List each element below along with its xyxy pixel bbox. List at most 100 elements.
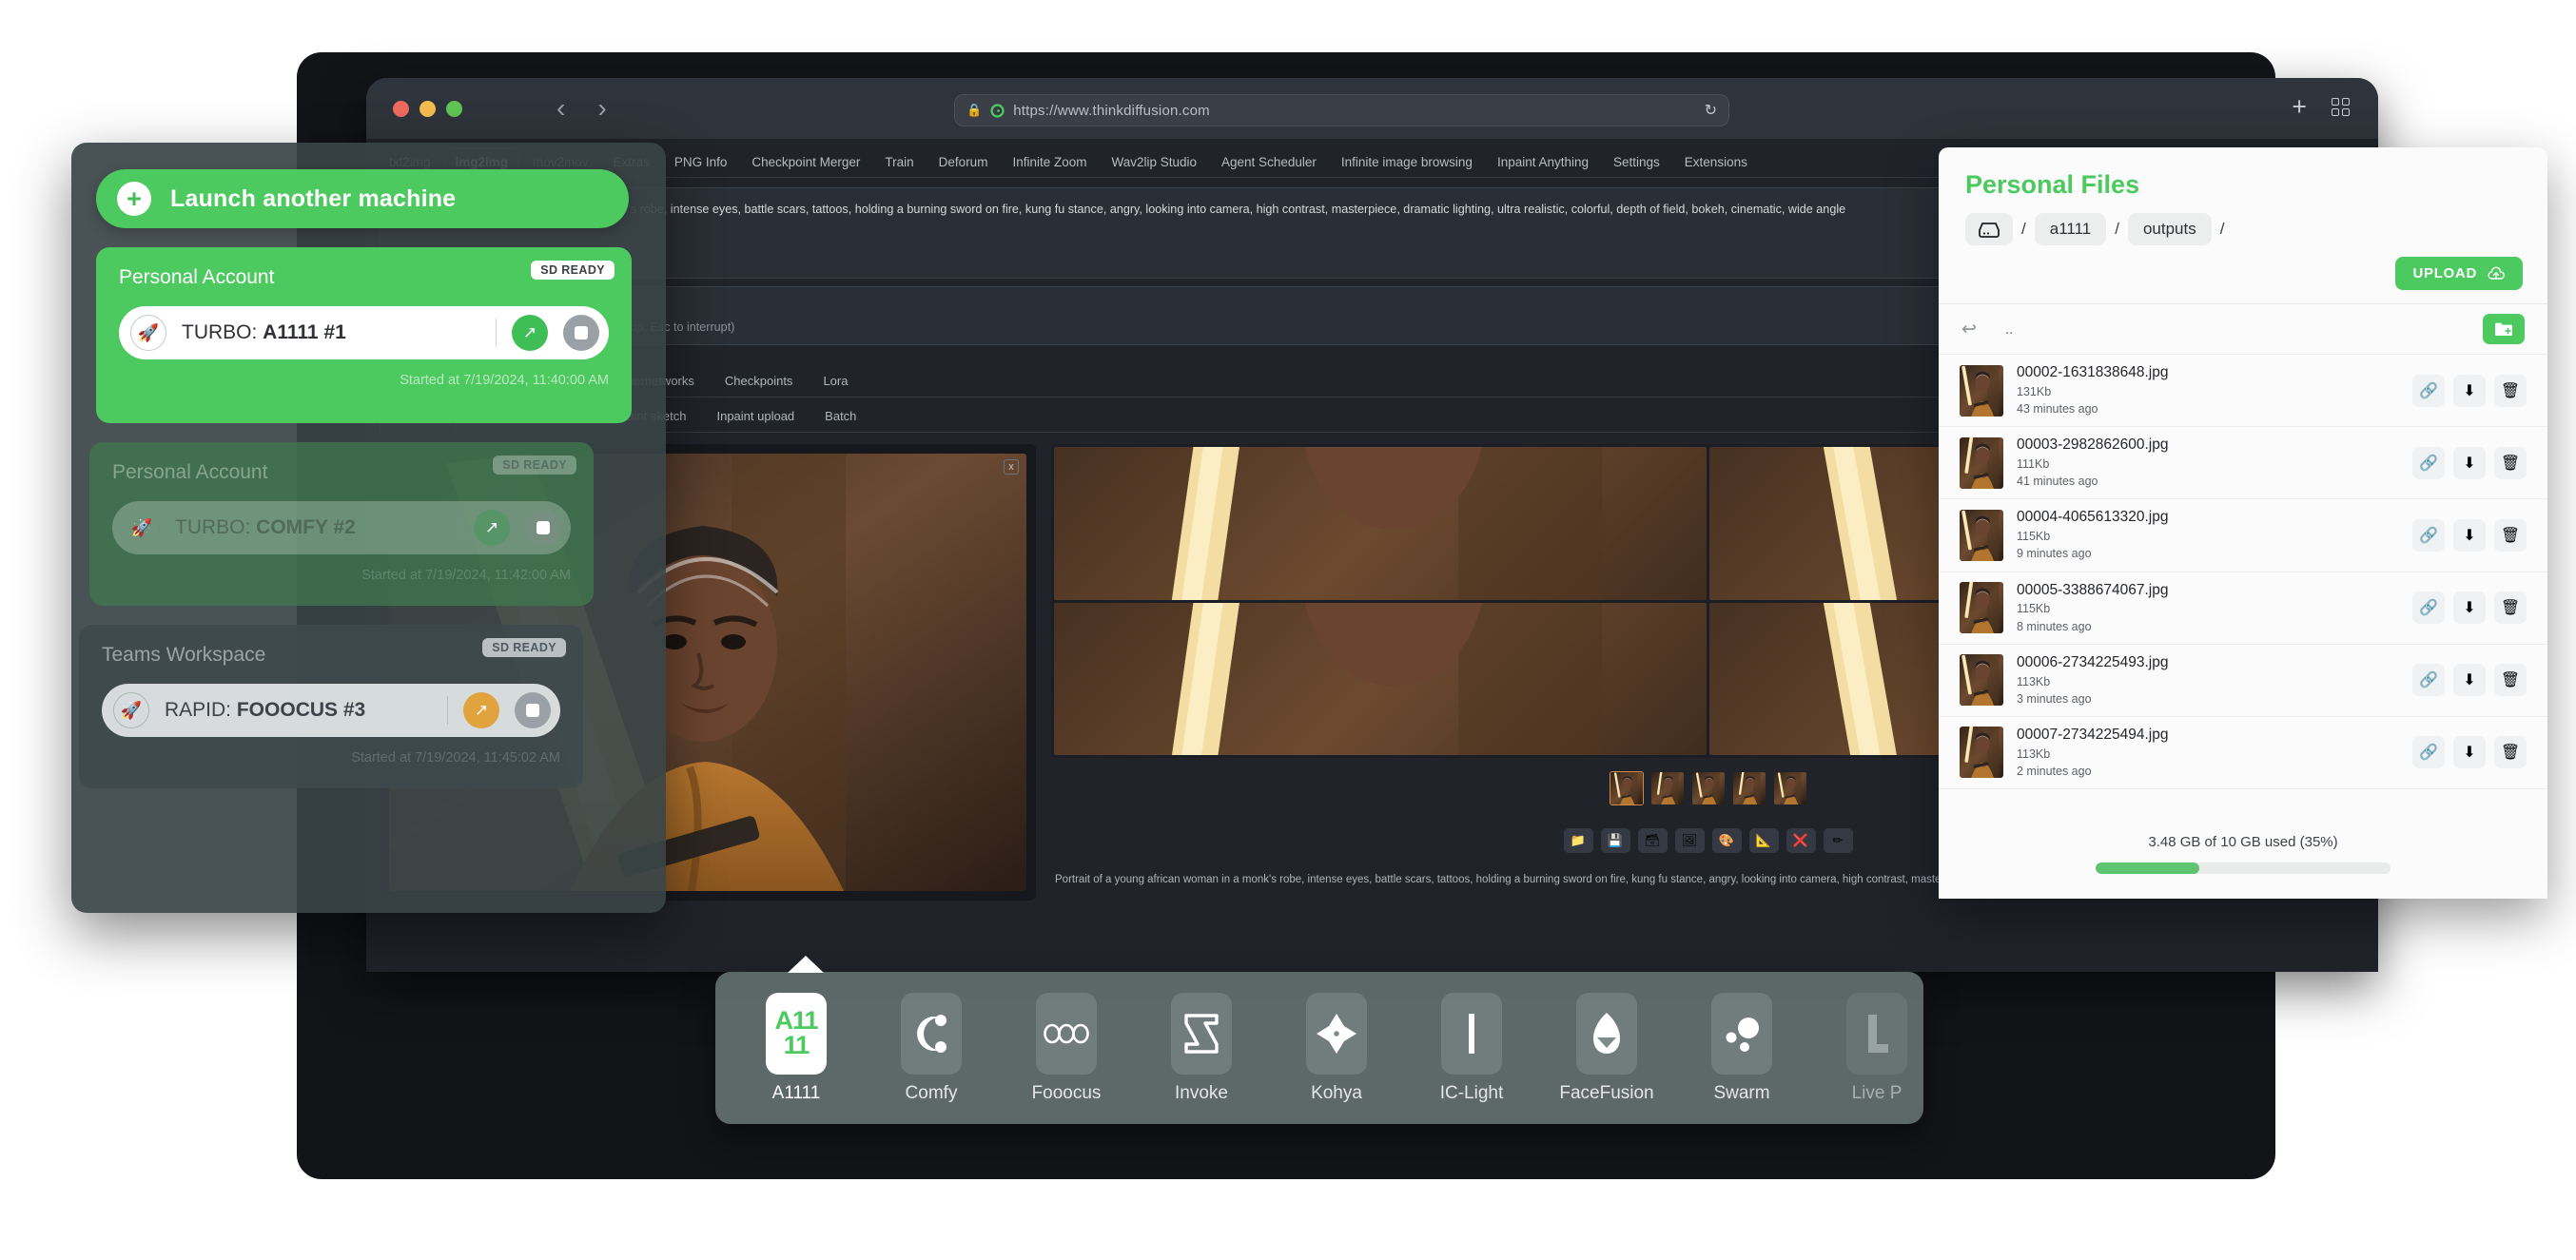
link-icon[interactable]: 🔗 [2412,591,2445,625]
dock-app-ic-light[interactable]: IC-Light [1404,992,1539,1104]
trash-icon[interactable]: 🗑 [2494,518,2527,552]
machines-panel: + Launch another machine SD READY Persona… [71,143,666,913]
delete-icon[interactable]: ❌ [1786,828,1816,853]
breadcrumb-item-a1111[interactable]: a1111 [2034,213,2107,245]
top-tab-checkpoint-merger[interactable]: Checkpoint Merger [740,148,871,177]
minimize-window-button[interactable] [420,101,436,117]
dock-app-facefusion[interactable]: FaceFusion [1539,992,1674,1104]
forward-chevron-icon[interactable]: › [597,93,606,124]
download-icon[interactable]: ⬇ [2453,374,2486,407]
dock-app-a1111[interactable]: A11 11 A1111 [729,992,864,1104]
download-icon[interactable]: ⬇ [2453,446,2486,479]
result-thumbnail-1[interactable] [1609,771,1644,805]
file-row[interactable]: 00003-2982862600.jpg 111Kb 41 minutes ago 🔗… [1939,427,2547,500]
dock-app-invoke[interactable]: Invoke [1134,992,1269,1104]
machine-row: 🚀 TURBO: COMFY #2 ↗ [112,501,571,554]
top-tab-wav2lip-studio[interactable]: Wav2lip Studio [1100,148,1208,177]
send-to-img2img-icon[interactable]: 🖼 [1674,828,1705,853]
link-icon[interactable]: 🔗 [2412,664,2445,697]
nav-buttons[interactable]: ‹ › [556,93,607,124]
tab-checkpoints[interactable]: Checkpoints [712,366,807,397]
tab-lora[interactable]: Lora [810,366,861,397]
grid-icon[interactable] [2332,97,2350,116]
files-panel-title: Personal Files [1965,170,2140,199]
upload-button[interactable]: UPLOAD [2395,257,2523,290]
download-icon[interactable]: ⬇ [2453,664,2486,697]
link-icon[interactable]: 🔗 [2412,736,2445,769]
send-to-extras-icon[interactable]: 📐 [1748,828,1779,853]
trash-icon[interactable]: 🗑 [2494,591,2527,625]
plus-icon[interactable]: + [2292,94,2307,120]
top-tab-infinite-image-browsing[interactable]: Infinite image browsing [1330,148,1484,177]
dock-app-swarm[interactable]: Swarm [1674,992,1809,1104]
top-tab-agent-scheduler[interactable]: Agent Scheduler [1210,148,1328,177]
result-image-1[interactable] [1054,447,1707,600]
open-machine-button[interactable]: ↗ [474,510,510,546]
link-icon[interactable]: 🔗 [2412,374,2445,407]
result-thumbnail-3[interactable] [1691,771,1726,805]
reload-icon[interactable]: ↻ [1705,101,1717,120]
breadcrumb-item-outputs[interactable]: outputs [2127,213,2212,245]
file-row[interactable]: 00007-2734225494.jpg 113Kb 2 minutes ago 🔗 ⬇… [1939,717,2547,790]
trash-icon[interactable]: 🗑 [2494,664,2527,697]
file-row[interactable]: 00005-3388674067.jpg 115Kb 8 minutes ago 🔗 ⬇… [1939,572,2547,645]
top-tab-inpaint-anything[interactable]: Inpaint Anything [1486,148,1600,177]
app-dock: A11 11 A1111 Comfy Fooocus Invoke Kohya IC-Ligh… [715,956,1923,1124]
trash-icon[interactable]: 🗑 [2494,446,2527,479]
file-thumbnail [1960,582,2003,634]
stop-machine-button[interactable] [525,510,561,546]
launch-another-machine-button[interactable]: + Launch another machine [96,169,629,228]
top-tab-png-info[interactable]: PNG Info [663,148,739,177]
top-tab-infinite-zoom[interactable]: Infinite Zoom [1001,148,1098,177]
stop-machine-button[interactable] [563,315,599,351]
url-bar[interactable]: 🔒 https://www.thinkdiffusion.com ↻ [954,94,1729,126]
breadcrumb-separator-1: / [2021,220,2026,238]
maximize-window-button[interactable] [446,101,462,117]
close-window-button[interactable] [393,101,409,117]
file-row[interactable]: 00006-2734225493.jpg 113Kb 3 minutes ago 🔗 ⬇… [1939,645,2547,717]
save-icon[interactable]: 💾 [1600,828,1630,853]
link-icon[interactable]: 🔗 [2412,446,2445,479]
top-tab-extensions[interactable]: Extensions [1673,148,1759,177]
stop-machine-button[interactable] [515,692,551,728]
result-thumbnail-4[interactable] [1732,771,1766,805]
zip-icon[interactable]: 🗃 [1637,828,1668,853]
download-icon[interactable]: ⬇ [2453,736,2486,769]
open-machine-button[interactable]: ↗ [512,315,548,351]
result-thumbnail-2[interactable] [1650,771,1685,805]
invoke-logo-icon [1171,992,1232,1075]
file-row[interactable]: 00002-1631838648.jpg 131Kb 43 minutes ago 🔗… [1939,355,2547,428]
back-chevron-icon[interactable]: ‹ [556,93,565,124]
trash-icon[interactable]: 🗑 [2494,374,2527,407]
back-arrow-icon[interactable]: ↩ [1961,319,2005,340]
result-image-3[interactable] [1054,602,1707,755]
close-preview-button[interactable]: x [1004,459,1019,475]
file-thumbnail [1960,509,2003,561]
edit-icon[interactable]: ✏ [1823,828,1853,853]
top-tab-train[interactable]: Train [873,148,925,177]
upload-row: UPLOAD [1939,245,2547,304]
download-icon[interactable]: ⬇ [2453,591,2486,625]
open-machine-button[interactable]: ↗ [463,692,499,728]
top-tab-deforum[interactable]: Deforum [927,148,1000,177]
tab-batch[interactable]: Batch [811,401,869,432]
link-icon[interactable]: 🔗 [2412,518,2445,552]
folder-plus-icon[interactable] [2483,314,2525,344]
send-to-inpaint-icon[interactable]: 🎨 [1711,828,1742,853]
dock-app-live-p[interactable]: Live P [1809,992,1944,1104]
top-tab-settings[interactable]: Settings [1602,148,1671,177]
dock-app-kohya[interactable]: Kohya [1269,992,1404,1104]
download-icon[interactable]: ⬇ [2453,518,2486,552]
file-name: 00005-3388674067.jpg [2017,581,2169,598]
hard-drive-icon[interactable] [1965,213,2013,245]
tab-inpaint-upload[interactable]: Inpaint upload [703,401,808,432]
parent-directory-row[interactable]: ↩ .. [1939,304,2547,355]
window-controls[interactable] [393,101,462,117]
folder-icon[interactable]: 📁 [1563,828,1593,853]
trash-icon[interactable]: 🗑 [2494,736,2527,769]
dock-app-fooocus[interactable]: Fooocus [999,992,1134,1104]
file-row[interactable]: 00004-4065613320.jpg 115Kb 9 minutes ago 🔗 ⬇… [1939,499,2547,572]
dock-app-comfy[interactable]: Comfy [864,992,999,1104]
file-time: 9 minutes ago [2017,547,2092,561]
result-thumbnail-5[interactable] [1773,771,1807,805]
